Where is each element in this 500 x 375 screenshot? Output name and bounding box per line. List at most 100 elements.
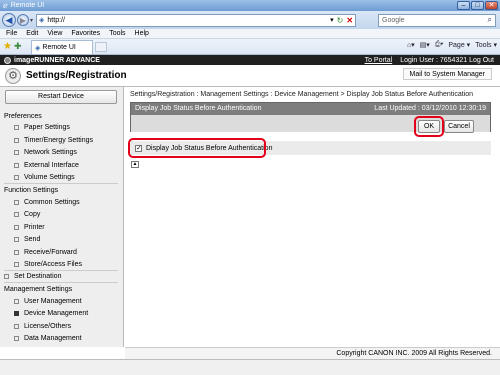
window-title: Remote UI (10, 2, 45, 9)
bullet-icon (14, 311, 19, 316)
ok-highlight-callout (414, 116, 444, 137)
refresh-icon[interactable]: ↻ (337, 16, 344, 25)
sidebar-item-set-destination[interactable]: Set Destination (4, 273, 61, 280)
checkbox-highlight-callout (128, 138, 266, 158)
sidebar-item-label: Network Settings (24, 149, 77, 156)
copyright-footer: Copyright CANON INC. 2009 All Rights Res… (125, 347, 500, 359)
close-button[interactable]: ✕ (485, 1, 498, 10)
address-dropdown-icon[interactable]: ▾ (330, 16, 334, 24)
logout-link[interactable]: Log Out (469, 57, 494, 64)
to-portal-link[interactable]: To Portal (365, 57, 393, 64)
sidebar-item-user-management[interactable]: User Management (14, 298, 82, 305)
sidebar-item-send[interactable]: Send (14, 236, 40, 243)
bullet-icon (14, 125, 19, 130)
sidebar-item-common-settings[interactable]: Common Settings (14, 199, 80, 206)
menu-help[interactable]: Help (135, 30, 149, 37)
sidebar-item-label: Paper Settings (24, 124, 70, 131)
recent-pages-dropdown[interactable]: ▾ (30, 17, 33, 24)
bullet-icon (14, 324, 19, 329)
sidebar-item-device-management[interactable]: Device Management (14, 310, 88, 317)
sidebar-item-timer-energy[interactable]: Timer/Energy Settings (14, 137, 93, 144)
browser-status-bar (0, 359, 500, 375)
sidebar-item-volume-settings[interactable]: Volume Settings (14, 174, 75, 181)
page-icon: ◈ (35, 44, 41, 52)
tab-label: Remote UI (42, 44, 76, 51)
sidebar-item-label: License/Others (24, 323, 72, 330)
sidebar-item-label: Printer (24, 224, 45, 231)
stop-icon[interactable]: ✕ (346, 16, 353, 25)
mail-to-system-manager-button[interactable]: Mail to System Manager (402, 68, 492, 80)
sidebar-item-printer[interactable]: Printer (14, 224, 45, 231)
bullet-icon (14, 237, 19, 242)
sidebar-item-label: Set Destination (14, 273, 62, 280)
add-favorites-icon[interactable]: ✚ (14, 41, 22, 52)
forward-button[interactable]: ▶ (17, 14, 29, 26)
sidebar-divider (4, 183, 118, 184)
sidebar-item-copy[interactable]: Copy (14, 211, 40, 218)
bullet-icon (14, 299, 19, 304)
maximize-button[interactable]: □ (471, 1, 484, 10)
url-text: http:// (47, 16, 65, 24)
bullet-icon (14, 225, 19, 230)
sidebar-section-management-settings[interactable]: Management Settings (4, 286, 72, 293)
main-content: Settings/Registration : Management Setti… (125, 87, 500, 347)
sidebar-item-label: Receive/Forward (24, 249, 77, 256)
tools-menu[interactable]: Tools ▾ (475, 41, 497, 49)
sidebar-item-data-management[interactable]: Data Management (14, 335, 82, 342)
sidebar-item-paper-settings[interactable]: Paper Settings (14, 124, 70, 131)
sidebar-item-store-access-files[interactable]: Store/Access Files (14, 261, 82, 268)
sidebar-item-receive-forward[interactable]: Receive/Forward (14, 249, 77, 256)
menu-edit[interactable]: Edit (26, 30, 38, 37)
menu-tools[interactable]: Tools (109, 30, 125, 37)
sidebar-item-license-others[interactable]: License/Others (14, 323, 71, 330)
bullet-icon (14, 150, 19, 155)
search-icon[interactable]: ⌕ (488, 15, 492, 25)
page-top-icon[interactable]: ▲ (131, 161, 139, 168)
last-updated: Last Updated : 03/12/2010 12:30:19 (374, 105, 486, 112)
sidebar-item-label: Send (24, 236, 41, 243)
restart-device-button[interactable]: Restart Device (5, 90, 117, 104)
menu-favorites[interactable]: Favorites (71, 30, 100, 37)
page-title: Settings/Registration (26, 70, 127, 81)
window-title-bar: ℯ Remote UI – □ ✕ (0, 0, 500, 11)
sidebar-section-preferences[interactable]: Preferences (4, 113, 42, 120)
ie-logo-icon: ℯ (3, 1, 8, 10)
bullet-icon (14, 336, 19, 341)
product-name: imageRUNNER ADVANCE (14, 56, 100, 64)
sidebar-section-function-settings[interactable]: Function Settings (4, 187, 58, 194)
page-icon: ◈ (39, 17, 45, 24)
tab-remote-ui[interactable]: ◈ Remote UI (31, 40, 93, 54)
sidebar: Restart Device Preferences Paper Setting… (0, 87, 124, 347)
bullet-icon (14, 212, 19, 217)
print-icon[interactable]: ⎙▾ (435, 41, 444, 49)
forward-arrow-icon: ▶ (19, 15, 27, 25)
page-menu[interactable]: Page ▾ (448, 41, 470, 49)
login-user: Login User : 7654321 (400, 56, 468, 64)
menu-file[interactable]: File (6, 30, 17, 37)
address-bar[interactable]: ◈ http:// ▾ ↻ ✕ (36, 13, 357, 27)
bullet-icon (4, 274, 9, 279)
settings-gear-icon: ⚙ (5, 67, 21, 84)
sidebar-item-external-interface[interactable]: External Interface (14, 162, 79, 169)
cancel-button[interactable]: Cancel (444, 120, 474, 133)
sidebar-item-network-settings[interactable]: Network Settings (14, 149, 77, 156)
product-logo-icon (4, 56, 11, 64)
minimize-button[interactable]: – (457, 1, 470, 10)
search-input[interactable]: Google ⌕ (378, 13, 496, 27)
sidebar-item-label: Data Management (24, 335, 82, 342)
feeds-icon[interactable]: ▤▾ (420, 41, 430, 49)
bullet-icon (14, 200, 19, 205)
new-tab-button[interactable] (95, 42, 107, 52)
home-icon[interactable]: ⌂▾ (407, 41, 415, 49)
panel-title: Display Job Status Before Authentication (135, 105, 262, 112)
sidebar-divider (4, 270, 118, 271)
back-button[interactable]: ◀ (2, 13, 16, 27)
favorites-star-icon[interactable]: ★ (3, 41, 12, 52)
app-header: imageRUNNER ADVANCE To Portal Login User… (0, 55, 500, 65)
sidebar-item-label: User Management (24, 298, 82, 305)
breadcrumb: Settings/Registration : Management Setti… (130, 91, 473, 98)
sidebar-item-label: Timer/Energy Settings (24, 137, 93, 144)
sidebar-item-label: Store/Access Files (24, 261, 82, 268)
menu-view[interactable]: View (47, 30, 62, 37)
tab-row: ★ ✚ ◈ Remote UI ⌂▾ ▤▾ ⎙▾ Page ▾ Tools ▾ (0, 39, 500, 55)
